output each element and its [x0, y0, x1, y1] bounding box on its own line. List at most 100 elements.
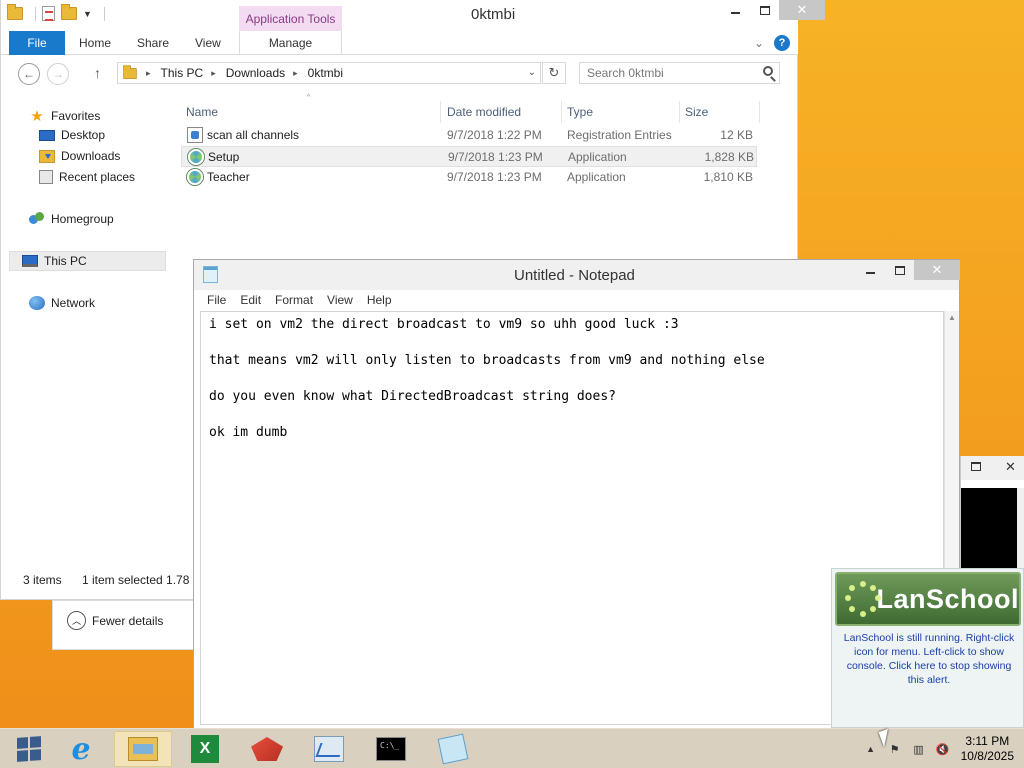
explorer-titlebar[interactable]: ▼ Application Tools 0ktmbi ✕	[1, 0, 825, 31]
navigation-pane: ★ Favorites Desktop Downloads Recent pla…	[1, 96, 171, 566]
column-header-name[interactable]: Name	[181, 101, 441, 123]
notepad-titlebar[interactable]: Untitled - Notepad ✕	[194, 260, 960, 290]
minimize-button[interactable]	[721, 0, 750, 20]
column-header-size[interactable]: Size	[680, 101, 760, 123]
address-history-dropdown-icon[interactable]: ⌄	[528, 67, 536, 78]
file-name: Teacher	[207, 170, 250, 184]
close-button[interactable]: ✕	[914, 260, 960, 280]
taskbar-command-prompt[interactable]: C:\_	[362, 731, 420, 767]
breadcrumb-chevron-icon[interactable]: ▸	[211, 68, 216, 79]
window-controls: ✕	[721, 0, 825, 20]
properties-icon[interactable]	[42, 6, 55, 21]
menu-view[interactable]: View	[327, 293, 353, 310]
file-type: Application	[568, 150, 627, 164]
scrollbar[interactable]	[1017, 488, 1024, 572]
expand-ribbon-icon[interactable]: ⌄	[754, 36, 764, 50]
file-type: Registration Entries	[567, 128, 672, 142]
maximize-button[interactable]	[885, 260, 914, 280]
help-icon[interactable]: ?	[774, 35, 790, 51]
recent-places-icon	[39, 170, 53, 184]
collapse-up-icon: ︿	[67, 611, 86, 630]
lanschool-dots-icon	[845, 581, 881, 617]
breadcrumb-chevron-icon[interactable]: ▸	[146, 68, 151, 79]
search-input[interactable]: Search 0ktmbi	[579, 62, 780, 84]
menu-edit[interactable]: Edit	[240, 293, 261, 310]
file-row[interactable]: Setup 9/7/2018 1:23 PM Application 1,828…	[181, 146, 757, 167]
lanschool-notification[interactable]: LanSchool LanSchool is still running. Ri…	[831, 568, 1024, 728]
background-window-titlebar[interactable]: ✕	[961, 456, 1024, 480]
nav-item-desktop[interactable]: Desktop	[39, 128, 105, 142]
breadcrumb-this-pc[interactable]: This PC	[161, 66, 204, 80]
taskbar-file-explorer[interactable]	[114, 731, 172, 767]
taskbar-excel[interactable]: X	[176, 731, 234, 767]
file-date: 9/7/2018 1:23 PM	[448, 150, 543, 164]
network-status-icon[interactable]: ▥	[911, 741, 927, 757]
nav-label: Downloads	[61, 149, 121, 163]
address-bar[interactable]: ▸ This PC ▸ Downloads ▸ 0ktmbi ⌄	[117, 62, 541, 84]
menu-help[interactable]: Help	[367, 293, 392, 310]
window-title: 0ktmbi	[471, 6, 516, 23]
nav-label: Recent places	[59, 170, 136, 184]
nav-item-network[interactable]: Network	[29, 296, 95, 310]
close-icon[interactable]: ✕	[1005, 459, 1016, 475]
maximize-icon	[759, 5, 770, 15]
maximize-button[interactable]	[750, 0, 779, 20]
menu-file[interactable]: File	[207, 293, 226, 310]
file-date: 9/7/2018 1:23 PM	[447, 170, 542, 184]
nav-item-homegroup[interactable]: Homegroup	[29, 212, 114, 226]
show-hidden-icons-icon[interactable]: ▲	[863, 741, 879, 757]
column-header-type[interactable]: Type	[562, 101, 680, 123]
lanschool-brand: LanSchool	[876, 583, 1019, 614]
maximize-icon[interactable]	[971, 462, 981, 471]
new-folder-icon[interactable]	[61, 4, 77, 20]
clock[interactable]: 3:11 PM 10/8/2025	[961, 734, 1014, 764]
start-button[interactable]	[0, 731, 58, 767]
refresh-button[interactable]: ↻	[542, 62, 566, 84]
tab-share[interactable]: Share	[137, 31, 169, 55]
notepad-icon[interactable]	[203, 266, 218, 283]
nav-item-downloads[interactable]: Downloads	[39, 149, 120, 163]
column-header-date-modified[interactable]: Date modified	[442, 101, 562, 123]
tab-manage[interactable]: Manage	[239, 31, 342, 55]
minimize-button[interactable]	[856, 260, 885, 280]
folder-icon	[123, 64, 137, 79]
taskbar-lanschool[interactable]	[238, 731, 296, 767]
taskbar-internet-explorer[interactable]: e	[52, 731, 110, 767]
nav-item-recent-places[interactable]: Recent places	[39, 170, 135, 184]
console-area	[961, 488, 1017, 572]
nav-label: This PC	[44, 254, 87, 268]
background-window[interactable]: ✕	[960, 456, 1024, 572]
fewer-details-button[interactable]: ︿ Fewer details	[67, 611, 163, 630]
file-row[interactable]: Teacher 9/7/2018 1:23 PM Application 1,8…	[181, 167, 757, 188]
breadcrumb-downloads[interactable]: Downloads	[226, 66, 285, 80]
file-name: scan all channels	[207, 128, 300, 142]
forward-button[interactable]: →	[47, 63, 69, 85]
quick-access-toolbar: ▼	[7, 4, 105, 21]
details-pane: ︿ Fewer details	[52, 600, 198, 650]
breadcrumb-current-folder[interactable]: 0ktmbi	[308, 66, 343, 80]
taskbar-notepad[interactable]	[424, 731, 482, 767]
file-row[interactable]: scan all channels 9/7/2018 1:22 PM Regis…	[181, 125, 757, 146]
breadcrumb-chevron-icon[interactable]: ▸	[293, 68, 298, 79]
internet-explorer-icon: e	[71, 731, 91, 767]
volume-muted-icon[interactable]: 🔇	[935, 741, 951, 757]
up-button[interactable]: ↑	[94, 65, 101, 81]
menu-format[interactable]: Format	[275, 293, 313, 310]
back-button[interactable]: ←	[18, 63, 40, 85]
taskbar-performance-monitor[interactable]	[300, 731, 358, 767]
customize-toolbar-chevron-icon[interactable]: ▼	[83, 9, 92, 19]
tab-view[interactable]: View	[195, 31, 221, 55]
scroll-up-icon[interactable]: ▲	[948, 313, 956, 322]
text-line: i set on vm2 the direct broadcast to vm9…	[209, 317, 679, 332]
search-icon[interactable]	[763, 66, 773, 76]
tab-file[interactable]: File	[9, 31, 65, 55]
homegroup-icon	[29, 212, 45, 226]
refresh-icon: ↻	[548, 65, 560, 80]
close-button[interactable]: ✕	[779, 0, 825, 20]
nav-item-favorites[interactable]: ★ Favorites	[29, 107, 100, 125]
tab-home[interactable]: Home	[79, 31, 111, 55]
nav-item-this-pc[interactable]: This PC	[9, 251, 166, 271]
folder-icon[interactable]	[7, 4, 23, 20]
lanschool-message[interactable]: LanSchool is still running. Right-click …	[838, 631, 1020, 687]
application-tools-context-tab: Application Tools	[239, 6, 342, 31]
